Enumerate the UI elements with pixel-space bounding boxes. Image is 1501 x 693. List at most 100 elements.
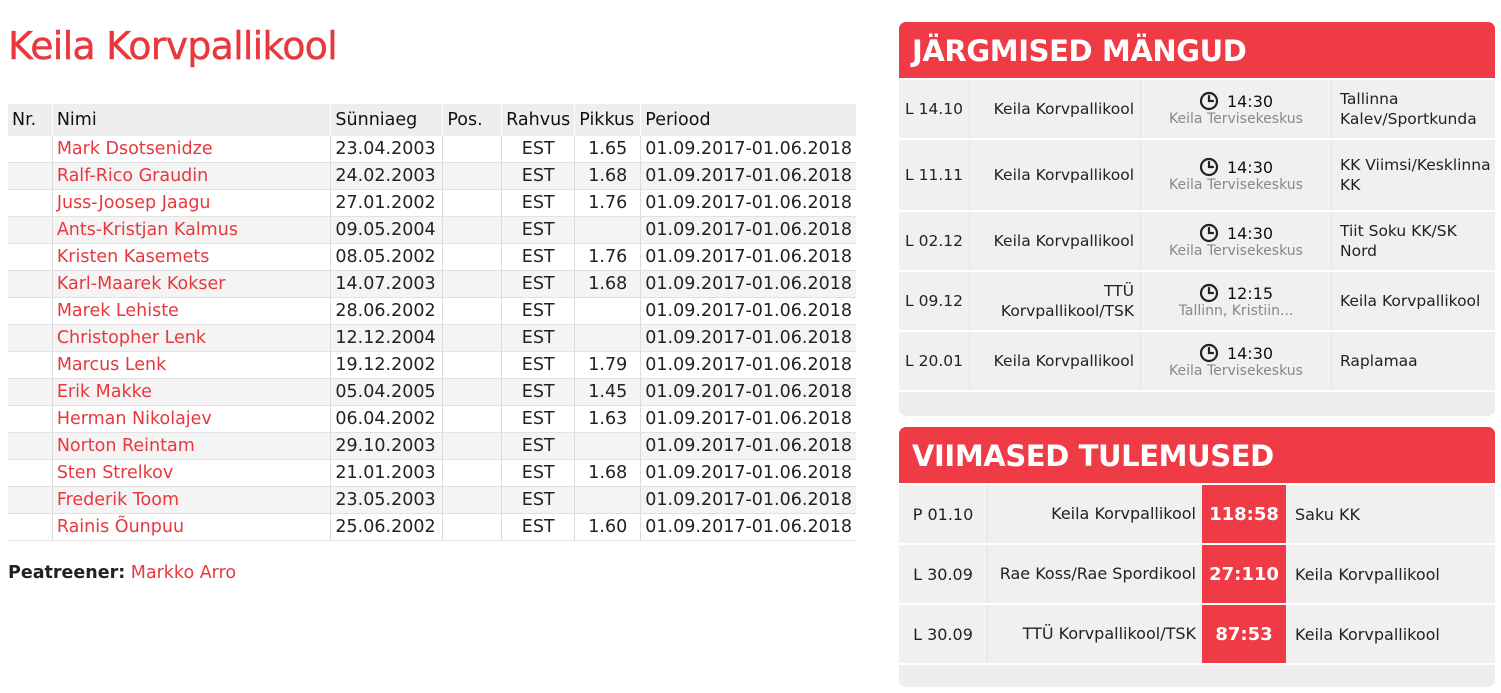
game-date: L 09.12 (905, 292, 963, 310)
player-number-cell (8, 405, 53, 433)
home-team[interactable]: Keila Korvpallikool (969, 212, 1141, 270)
result-score[interactable]: 27:110 (1202, 545, 1286, 603)
player-birthdate-cell: 06.04.2002 (330, 405, 444, 433)
result-row[interactable]: L 30.09 Rae Koss/Rae Spordikool 27:110 K… (899, 543, 1495, 603)
away-team[interactable]: KK Viimsi/Kesklinna KK (1332, 155, 1495, 195)
roster-row: Marek Lehiste 28.06.2002 EST 01.09.2017-01.… (8, 297, 856, 325)
player-link[interactable]: Marek Lehiste (57, 301, 179, 321)
col-name[interactable]: Nimi (52, 104, 332, 136)
result-away-team[interactable]: Keila Korvpallikool (1286, 565, 1495, 584)
player-position-cell (442, 162, 503, 190)
player-number-cell (8, 486, 53, 514)
roster-row: Marcus Lenk 19.12.2002 EST 1.79 01.09.2017-0… (8, 351, 856, 379)
player-link[interactable]: Mark Dsotsenidze (57, 139, 213, 159)
col-height[interactable]: Pikkus (574, 104, 642, 136)
player-link[interactable]: Frederik Toom (57, 490, 179, 510)
player-number-cell (8, 136, 53, 163)
home-team-name: Keila Korvpallikool (993, 166, 1134, 184)
player-name-cell: Karl-Maarek Kokser (52, 270, 332, 298)
player-height: 1.63 (588, 409, 628, 429)
away-team-name: Raplamaa (1340, 352, 1418, 370)
home-team[interactable]: Keila Korvpallikool (969, 80, 1141, 138)
result-home-team[interactable]: Rae Koss/Rae Spordikool (987, 545, 1202, 603)
player-link[interactable]: Marcus Lenk (57, 355, 166, 375)
result-home-team-name: Keila Korvpallikool (1051, 504, 1196, 523)
col-pos[interactable]: Pos. (442, 104, 503, 136)
player-height-cell: 1.60 (574, 513, 642, 541)
result-away-team[interactable]: Saku KK (1286, 505, 1495, 524)
upcoming-game-row[interactable]: L 02.12 Keila Korvpallikool 14:30 Keila … (899, 210, 1495, 270)
player-link[interactable]: Rainis Õunpuu (57, 517, 184, 537)
away-team[interactable]: Keila Korvpallikool (1332, 291, 1495, 311)
player-name-cell: Erik Makke (52, 378, 332, 406)
player-link[interactable]: Kristen Kasemets (57, 247, 210, 267)
clock-icon (1199, 223, 1219, 243)
player-period-cell: 01.09.2017-01.06.2018 (640, 432, 856, 460)
away-team[interactable]: Tiit Soku KK/SK Nord (1332, 221, 1495, 261)
roster-row: Ants-Kristjan Kalmus 09.05.2004 EST 01.09.2… (8, 216, 856, 244)
coach-link[interactable]: Markko Arro (131, 563, 236, 583)
game-time-venue: 14:30 Keila Tervisekeskus (1141, 212, 1332, 270)
result-score[interactable]: 87:53 (1202, 605, 1286, 663)
player-position-cell (442, 216, 503, 244)
player-name-cell: Juss-Joosep Jaagu (52, 189, 332, 217)
game-date: L 11.11 (905, 166, 963, 184)
player-number-cell (8, 297, 53, 325)
player-nationality: EST (521, 490, 555, 510)
result-home-team[interactable]: Keila Korvpallikool (987, 485, 1202, 543)
col-nationality[interactable]: Rahvus (501, 104, 576, 136)
player-position-cell (442, 243, 503, 271)
away-team[interactable]: Tallinna Kalev/Sportkunda (1332, 89, 1495, 129)
player-nationality-cell: EST (501, 486, 576, 514)
player-link[interactable]: Erik Makke (57, 382, 152, 402)
player-period: 01.09.2017-01.06.2018 (645, 436, 852, 456)
home-team[interactable]: TTÜ Korvpallikool/TSK (969, 272, 1141, 330)
col-birth[interactable]: Sünniaeg (330, 104, 444, 136)
col-period[interactable]: Periood (640, 104, 856, 136)
player-link[interactable]: Sten Strelkov (57, 463, 173, 483)
away-team[interactable]: Raplamaa (1332, 351, 1495, 371)
game-date: L 02.12 (905, 232, 963, 250)
game-venue: Keila Tervisekeskus (1169, 177, 1303, 193)
player-position-cell (442, 513, 503, 541)
result-date: L 30.09 (913, 564, 973, 584)
player-period-cell: 01.09.2017-01.06.2018 (640, 324, 856, 352)
player-link[interactable]: Christopher Lenk (57, 328, 206, 348)
player-name-cell: Mark Dsotsenidze (52, 136, 332, 163)
result-row[interactable]: P 01.10 Keila Korvpallikool 118:58 Saku … (899, 483, 1495, 543)
home-team[interactable]: Keila Korvpallikool (969, 332, 1141, 390)
clock-icon (1199, 157, 1219, 177)
player-nationality: EST (521, 355, 555, 375)
player-link[interactable]: Karl-Maarek Kokser (57, 274, 226, 294)
clock-icon (1199, 283, 1219, 303)
player-link[interactable]: Juss-Joosep Jaagu (57, 193, 211, 213)
home-team[interactable]: Keila Korvpallikool (969, 140, 1141, 210)
player-period-cell: 01.09.2017-01.06.2018 (640, 405, 856, 433)
player-link[interactable]: Ralf-Rico Graudin (57, 166, 208, 186)
game-time: 12:15 (1226, 283, 1274, 303)
roster-row: Herman Nikolajev 06.04.2002 EST 1.63 01.09.2… (8, 405, 856, 433)
roster-table: Nr. Nimi Sünniaeg Pos. Rahvus Pikkus Per… (8, 104, 856, 541)
player-birthdate: 29.10.2003 (335, 436, 436, 456)
away-team-name: KK Viimsi/Kesklinna KK (1340, 156, 1491, 194)
player-period: 01.09.2017-01.06.2018 (645, 355, 852, 375)
upcoming-game-row[interactable]: L 11.11 Keila Korvpallikool 14:30 Keila … (899, 138, 1495, 210)
upcoming-game-row[interactable]: L 14.10 Keila Korvpallikool 14:30 Keila … (899, 78, 1495, 138)
player-period-cell: 01.09.2017-01.06.2018 (640, 270, 856, 298)
player-height: 1.65 (588, 139, 628, 159)
player-link[interactable]: Norton Reintam (57, 436, 195, 456)
result-away-team[interactable]: Keila Korvpallikool (1286, 625, 1495, 644)
player-birthdate-cell: 09.05.2004 (330, 216, 444, 244)
player-period-cell: 01.09.2017-01.06.2018 (640, 189, 856, 217)
upcoming-game-row[interactable]: L 20.01 Keila Korvpallikool 14:30 Keila … (899, 330, 1495, 390)
result-home-team[interactable]: TTÜ Korvpallikool/TSK (987, 605, 1202, 663)
upcoming-game-row[interactable]: L 09.12 TTÜ Korvpallikool/TSK 12:15 Tall… (899, 270, 1495, 330)
result-score[interactable]: 118:58 (1202, 485, 1286, 543)
result-row[interactable]: L 30.09 TTÜ Korvpallikool/TSK 87:53 Keil… (899, 603, 1495, 663)
col-nr[interactable]: Nr. (8, 104, 53, 136)
player-link[interactable]: Ants-Kristjan Kalmus (57, 220, 238, 240)
game-time: 14:30 (1226, 157, 1274, 177)
player-period: 01.09.2017-01.06.2018 (645, 301, 852, 321)
player-link[interactable]: Herman Nikolajev (57, 409, 212, 429)
player-nationality-cell: EST (501, 216, 576, 244)
